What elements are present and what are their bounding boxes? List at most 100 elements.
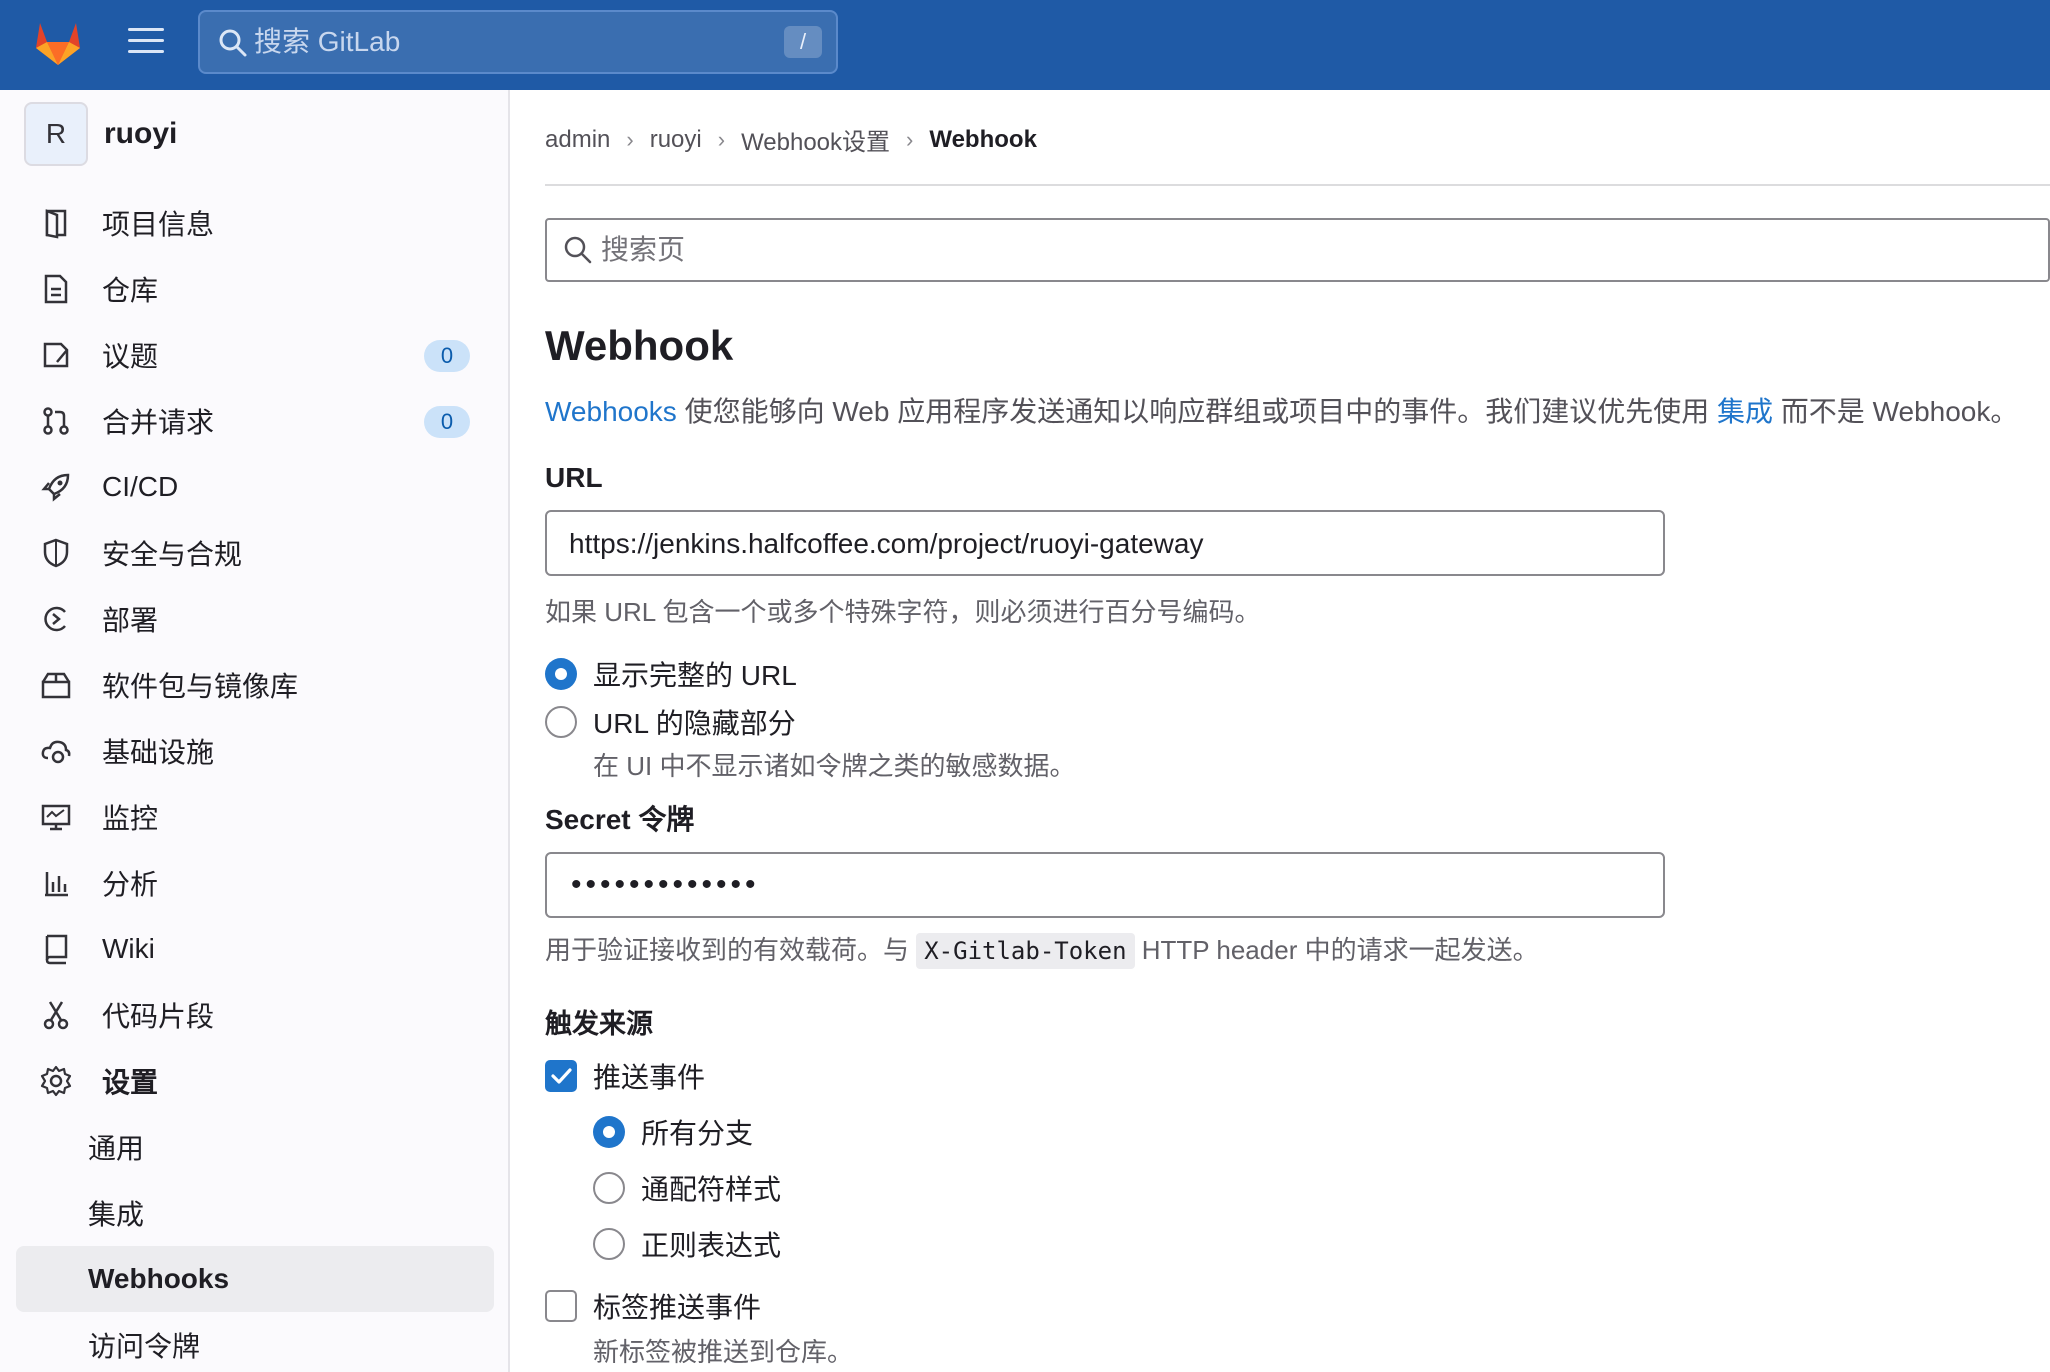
webhooks-docs-link[interactable]: Webhooks xyxy=(545,396,677,427)
option-label: 显示完整的 URL xyxy=(593,660,797,691)
sidebar-item-label: 合并请求 xyxy=(102,407,215,438)
gitlab-logo-icon[interactable] xyxy=(30,15,86,71)
sidebar-item-merge-requests[interactable]: 合并请求 0 xyxy=(16,388,494,454)
sidebar-item-analytics[interactable]: 分析 xyxy=(16,850,494,916)
breadcrumb-current: Webhook xyxy=(929,125,1037,153)
secret-token-field[interactable]: ••••••••••••• xyxy=(545,852,1665,918)
sidebar-item-label: 软件包与镜像库 xyxy=(102,671,299,702)
sidebar-subitem-integrations[interactable]: 集成 xyxy=(16,1180,494,1246)
radio-unselected[interactable] xyxy=(593,1172,625,1204)
global-search-box[interactable]: / xyxy=(198,10,838,74)
breadcrumb-project[interactable]: ruoyi xyxy=(650,126,702,154)
issues-icon xyxy=(38,337,74,373)
checkmark-icon xyxy=(551,1068,572,1084)
sidebar-item-label: 监控 xyxy=(102,803,159,834)
page-search-box[interactable] xyxy=(545,218,2050,282)
search-icon xyxy=(564,236,592,264)
sidebar-item-wiki[interactable]: Wiki xyxy=(16,916,494,982)
url-mask-option[interactable]: URL 的隐藏部分 xyxy=(545,702,796,742)
settings-icon xyxy=(38,1063,74,1099)
sidebar-item-monitor[interactable]: 监控 xyxy=(16,784,494,850)
url-help-text: 如果 URL 包含一个或多个特殊字符，则必须进行百分号编码。 xyxy=(545,597,1261,627)
push-events-option[interactable]: 推送事件 xyxy=(545,1056,705,1096)
trigger-label: 触发来源 xyxy=(545,1009,653,1039)
sidebar-item-repository[interactable]: 仓库 xyxy=(16,256,494,322)
sidebar-item-cicd[interactable]: CI/CD xyxy=(16,454,494,520)
push-regex-option[interactable]: 正则表达式 xyxy=(593,1224,781,1264)
page-search-input[interactable] xyxy=(601,230,1401,270)
project-name: ruoyi xyxy=(104,117,178,150)
sidebar-item-deployments[interactable]: 部署 xyxy=(16,586,494,652)
sidebar-item-label: CI/CD xyxy=(102,471,179,502)
chevron-right-icon: › xyxy=(906,126,914,152)
merge-requests-count-badge: 0 xyxy=(424,406,470,438)
push-wildcard-option[interactable]: 通配符样式 xyxy=(593,1168,781,1208)
sidebar-item-issues[interactable]: 议题 0 xyxy=(16,322,494,388)
push-all-branches-option[interactable]: 所有分支 xyxy=(593,1112,753,1152)
sidebar-item-packages[interactable]: 软件包与镜像库 xyxy=(16,652,494,718)
secret-token-label: Secret 令牌 xyxy=(545,804,695,835)
rocket-icon xyxy=(38,469,74,505)
radio-unselected[interactable] xyxy=(545,706,577,738)
sidebar-item-security[interactable]: 安全与合规 xyxy=(16,520,494,586)
sidebar-subitem-webhooks[interactable]: Webhooks xyxy=(16,1246,494,1312)
sidebar-item-label: 基础设施 xyxy=(102,737,215,768)
tag-push-events-option[interactable]: 标签推送事件 xyxy=(545,1286,761,1326)
sidebar-nav: 项目信息 仓库 议题 0 合并请求 0 CI/CD 安全与合规 部署 软件包与镜… xyxy=(16,190,494,1372)
sidebar-item-infrastructure[interactable]: 基础设施 xyxy=(16,718,494,784)
secret-token-value[interactable]: ••••••••••••• xyxy=(571,868,760,902)
monitor-icon xyxy=(38,799,74,835)
url-input[interactable] xyxy=(569,524,1639,564)
sidebar: R ruoyi 项目信息 仓库 议题 0 合并请求 0 CI/CD 安全与合规 … xyxy=(0,90,510,1372)
option-label: 通配符样式 xyxy=(641,1174,782,1205)
help-text: 用于验证接收到的有效载荷。与 xyxy=(545,935,917,965)
checkbox-unchecked[interactable] xyxy=(545,1290,577,1322)
url-field[interactable] xyxy=(545,510,1665,576)
breadcrumb-admin[interactable]: admin xyxy=(545,126,610,154)
main-content: admin › ruoyi › Webhook设置 › Webhook Webh… xyxy=(545,90,2050,1372)
sidebar-item-label: 仓库 xyxy=(102,275,159,306)
menu-toggle-icon[interactable] xyxy=(128,28,164,58)
breadcrumb-webhook-settings[interactable]: Webhook设置 xyxy=(741,122,890,157)
divider xyxy=(545,184,2050,186)
page-title: Webhook xyxy=(545,322,734,369)
option-label: 所有分支 xyxy=(641,1118,754,1149)
chevron-right-icon: › xyxy=(626,126,634,152)
sidebar-item-label: 议题 xyxy=(102,341,159,372)
sidebar-item-label: 代码片段 xyxy=(102,1001,215,1032)
search-shortcut-key: / xyxy=(784,26,822,58)
chart-icon xyxy=(38,865,74,901)
deployments-icon xyxy=(38,601,74,637)
breadcrumb: admin › ruoyi › Webhook设置 › Webhook xyxy=(545,122,1037,157)
global-search-input[interactable] xyxy=(254,22,754,62)
sidebar-item-settings[interactable]: 设置 xyxy=(16,1048,494,1114)
radio-selected[interactable] xyxy=(545,658,577,690)
project-avatar: R xyxy=(24,102,88,166)
sidebar-item-label: 分析 xyxy=(102,869,159,900)
chevron-right-icon: › xyxy=(717,126,726,152)
url-mask-help-text: 在 UI 中不显示诸如令牌之类的敏感数据。 xyxy=(593,751,1076,781)
sidebar-subitem-general[interactable]: 通用 xyxy=(16,1114,494,1180)
integrations-link[interactable]: 集成 xyxy=(1717,396,1773,427)
project-header[interactable]: R ruoyi xyxy=(24,102,177,166)
sidebar-subitem-access-tokens[interactable]: 访问令牌 xyxy=(16,1312,494,1372)
sidebar-item-project-info[interactable]: 项目信息 xyxy=(16,190,494,256)
page-description: Webhooks 使您能够向 Web 应用程序发送通知以响应群组或项目中的事件。… xyxy=(545,390,2018,430)
url-display-full-option[interactable]: 显示完整的 URL xyxy=(545,654,797,694)
checkbox-checked[interactable] xyxy=(545,1060,577,1092)
cloud-gear-icon xyxy=(38,733,74,769)
secret-token-help-text: 用于验证接收到的有效载荷。与 X-Gitlab-Token HTTP heade… xyxy=(545,930,1539,969)
project-info-icon xyxy=(38,205,74,241)
scissors-icon xyxy=(38,997,74,1033)
sidebar-item-label: Wiki xyxy=(102,933,155,964)
radio-selected[interactable] xyxy=(593,1116,625,1148)
help-text-end: HTTP header 中的请求一起发送。 xyxy=(1134,935,1539,965)
top-bar: / xyxy=(0,0,2050,90)
merge-request-icon xyxy=(38,403,74,439)
url-label: URL xyxy=(545,462,603,493)
sidebar-item-snippets[interactable]: 代码片段 xyxy=(16,982,494,1048)
sidebar-item-label: 安全与合规 xyxy=(102,539,243,570)
option-label: 推送事件 xyxy=(593,1062,706,1093)
sidebar-item-label: 部署 xyxy=(102,605,159,636)
radio-unselected[interactable] xyxy=(593,1228,625,1260)
